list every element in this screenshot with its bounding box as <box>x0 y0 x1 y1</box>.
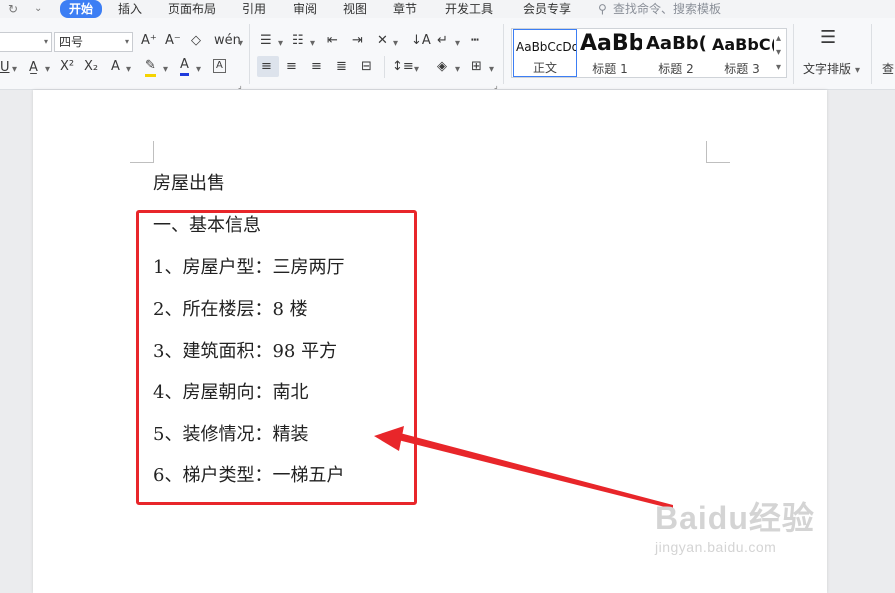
chevron-down-icon[interactable]: ▾ <box>489 62 494 78</box>
quick-access-dropdown-icon[interactable]: ⌄ <box>34 1 42 17</box>
doc-title[interactable]: 房屋出售 <box>153 173 225 195</box>
numbered-list-icon[interactable]: ☷ <box>292 33 304 49</box>
subscript-icon[interactable]: X₂ <box>84 59 98 75</box>
grow-font-icon[interactable]: A⁺ <box>141 33 157 49</box>
chevron-down-icon: ▾ <box>43 37 48 46</box>
chevron-down-icon[interactable]: ▾ <box>238 36 243 52</box>
clear-format-icon[interactable]: ◇ <box>191 33 201 49</box>
superscript-icon[interactable]: X² <box>60 59 74 75</box>
command-search-input[interactable]: 查找命令、搜索模板 <box>613 1 721 17</box>
tab-member[interactable]: 会员专享 <box>523 1 571 17</box>
tab-page-layout[interactable]: 页面布局 <box>168 1 216 17</box>
underline-icon[interactable]: U <box>0 60 10 76</box>
margin-corner-top-left <box>130 141 154 163</box>
margin-corner-top-right <box>706 141 730 163</box>
text-effect-icon[interactable]: A̲ <box>29 60 38 76</box>
tab-home[interactable]: 开始 <box>60 0 103 18</box>
font-color-icon[interactable]: A <box>180 57 189 76</box>
chevron-down-icon[interactable]: ▾ <box>196 62 201 78</box>
watermark-url: jingyan.baidu.com <box>655 539 777 555</box>
baidu-jingyan-watermark: Baidu经验 jingyan.baidu.com <box>655 493 815 555</box>
align-left-icon[interactable]: ≡ <box>261 59 272 75</box>
text-layout-button[interactable]: 文字排版 <box>803 61 851 77</box>
tab-references[interactable]: 引用 <box>242 1 266 17</box>
highlighter-icon[interactable]: ✎ <box>145 58 156 77</box>
tab-insert[interactable]: 插入 <box>118 1 142 17</box>
chevron-down-icon[interactable]: ▾ <box>455 62 460 78</box>
chevron-down-icon[interactable]: ▾ <box>393 36 398 52</box>
bullet-list-icon[interactable]: ☰ <box>260 33 272 49</box>
borders-icon[interactable]: ⊞ <box>471 59 482 75</box>
justify-icon[interactable]: ≣ <box>336 59 347 75</box>
sort-icon[interactable]: ↓A <box>411 33 431 49</box>
font-name-select[interactable]: ▾ <box>0 32 52 52</box>
chevron-down-icon[interactable]: ▾ <box>45 62 50 78</box>
chevron-down-icon[interactable]: ▾ <box>310 36 315 52</box>
style-heading-3[interactable]: AaBbC( 标题 3 <box>710 29 774 77</box>
find-replace-button[interactable]: 查 <box>882 61 894 77</box>
document-area: 房屋出售 一、基本信息 1、房屋户型：三房两厅 2、所在楼层：8 楼 3、建筑面… <box>0 90 895 593</box>
text-style-icon[interactable]: A <box>111 59 120 75</box>
chevron-down-icon[interactable]: ▾ <box>776 45 781 61</box>
search-icon: ⚲ <box>598 2 607 16</box>
gallery-more-icon[interactable]: ▾ <box>776 60 781 76</box>
style-heading-1[interactable]: AaBb 标题 1 <box>578 29 642 77</box>
chevron-down-icon[interactable]: ▾ <box>414 62 419 78</box>
tab-view[interactable]: 视图 <box>343 1 367 17</box>
char-border-icon[interactable]: A <box>213 59 226 73</box>
chevron-down-icon[interactable]: ▾ <box>126 62 131 78</box>
style-heading-2[interactable]: AaBb( 标题 2 <box>644 29 708 77</box>
wps-writer-window: ↻ ⌄ 开始 插入 页面布局 引用 审阅 视图 章节 开发工具 会员专享 ⚲ 查… <box>0 0 895 593</box>
ribbon-toolbar: ▾ 四号 ▾ A⁺ A⁻ ◇ wén ▾ U ▾ A̲ ▾ X² X₂ A ▾ … <box>0 18 895 90</box>
tab-chapter[interactable]: 章节 <box>393 1 417 17</box>
styles-gallery: AaBbCcDd 正文 AaBb 标题 1 AaBb( 标题 2 AaBbC( … <box>511 28 787 78</box>
shrink-font-icon[interactable]: A⁻ <box>165 33 181 49</box>
chinese-layout-icon[interactable]: ✕ <box>377 33 388 49</box>
distribute-icon[interactable]: ⊟ <box>361 59 372 75</box>
chevron-down-icon: ▾ <box>124 37 129 46</box>
chevron-down-icon[interactable]: ▾ <box>278 36 283 52</box>
align-right-icon[interactable]: ≡ <box>311 59 322 75</box>
watermark-logo: Baidu经验 <box>655 500 815 536</box>
chevron-down-icon[interactable]: ▾ <box>12 62 17 78</box>
font-size-select[interactable]: 四号 ▾ <box>54 32 133 52</box>
increase-indent-icon[interactable]: ⇥ <box>352 33 363 49</box>
table-grid-icon[interactable]: ┅ <box>471 33 479 49</box>
shading-icon[interactable]: ◈ <box>437 59 447 75</box>
redo-icon[interactable]: ↻ <box>8 1 18 17</box>
phonetic-guide-icon[interactable]: wén <box>214 33 241 49</box>
chevron-down-icon[interactable]: ▾ <box>163 62 168 78</box>
text-layout-icon[interactable]: ☰ <box>820 29 836 47</box>
decrease-indent-icon[interactable]: ⇤ <box>327 33 338 49</box>
line-spacing-icon[interactable]: ↕≡ <box>392 59 414 75</box>
show-marks-icon[interactable]: ↵ <box>437 33 448 49</box>
font-size-value: 四号 <box>59 35 84 49</box>
chevron-down-icon[interactable]: ▾ <box>855 63 860 79</box>
align-center-icon[interactable]: ≡ <box>286 59 297 75</box>
chevron-down-icon[interactable]: ▾ <box>455 36 460 52</box>
annotation-highlight-box <box>136 210 417 505</box>
menu-bar: ↻ ⌄ 开始 插入 页面布局 引用 审阅 视图 章节 开发工具 会员专享 ⚲ 查… <box>0 0 895 18</box>
tab-developer[interactable]: 开发工具 <box>445 1 493 17</box>
style-normal[interactable]: AaBbCcDd 正文 <box>513 29 577 77</box>
tab-review[interactable]: 审阅 <box>293 1 317 17</box>
